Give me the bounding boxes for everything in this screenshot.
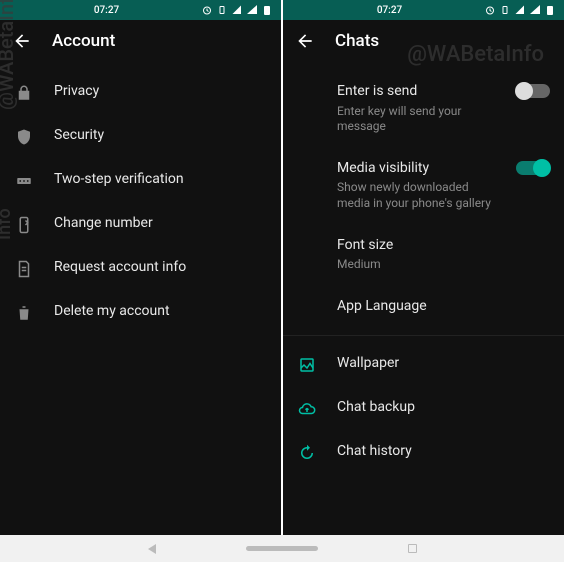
setting-privacy[interactable]: Privacy (0, 70, 281, 114)
setting-media-visibility[interactable]: Media visibility Show newly downloaded m… (283, 147, 564, 224)
network-icon (514, 4, 526, 16)
trash-icon (15, 304, 33, 322)
pin-icon (15, 172, 33, 190)
setting-label: Delete my account (54, 302, 267, 322)
android-nav-bar (0, 535, 564, 562)
status-time: 07:27 (377, 5, 402, 16)
setting-label: Wallpaper (337, 354, 550, 374)
signal-icon (246, 4, 258, 16)
left-screen: @WABetaInfo Info P 07:27 Account Pr (0, 0, 281, 535)
history-icon (298, 444, 316, 462)
back-arrow-icon[interactable] (295, 31, 315, 51)
setting-app-language[interactable]: App Language (283, 285, 564, 329)
page-title: Account (52, 31, 115, 51)
setting-security[interactable]: Security (0, 114, 281, 158)
setting-label: App Language (337, 297, 550, 317)
battery-icon (261, 4, 273, 16)
account-list: Privacy Security Two-step verification C… (0, 62, 281, 342)
setting-label: Two-step verification (54, 170, 267, 190)
status-time: 07:27 (94, 5, 119, 16)
setting-label: Change number (54, 214, 267, 234)
lock-icon (15, 84, 33, 102)
battery-icon (544, 4, 556, 16)
right-screen: @WABetaInfo P 07:27 Chats Enter is se (283, 0, 564, 535)
setting-subtitle: Show newly downloaded media in your phon… (337, 180, 496, 211)
setting-two-step[interactable]: Two-step verification (0, 158, 281, 202)
setting-label: Media visibility (337, 159, 496, 179)
setting-label: Chat backup (337, 398, 550, 418)
setting-delete-account[interactable]: Delete my account (0, 290, 281, 334)
page-title: Chats (335, 31, 379, 51)
setting-font-size[interactable]: Font size Medium (283, 224, 564, 285)
nav-recent-icon[interactable] (408, 544, 417, 553)
setting-subtitle: Medium (337, 257, 550, 273)
setting-request-info[interactable]: Request account info (0, 246, 281, 290)
divider (283, 335, 564, 336)
chats-list: Enter is send Enter key will send your m… (283, 62, 564, 482)
setting-label: Chat history (337, 442, 550, 462)
setting-label: Enter is send (337, 82, 496, 102)
signal-icon (529, 4, 541, 16)
setting-chat-backup[interactable]: Chat backup (283, 386, 564, 430)
setting-label: Security (54, 126, 267, 146)
status-bar: P 07:27 (0, 0, 281, 20)
document-icon (15, 260, 33, 278)
setting-label: Font size (337, 236, 550, 256)
setting-change-number[interactable]: Change number (0, 202, 281, 246)
app-header: Chats (283, 20, 564, 62)
nav-back-icon[interactable] (148, 544, 156, 554)
app-header: Account (0, 20, 281, 62)
toggle-switch[interactable] (516, 161, 550, 175)
wallpaper-icon (298, 356, 316, 374)
status-bar: P 07:27 (283, 0, 564, 20)
phone-icon (15, 216, 33, 234)
setting-wallpaper[interactable]: Wallpaper (283, 342, 564, 386)
alarm-icon (484, 4, 496, 16)
network-icon (231, 4, 243, 16)
setting-label: Privacy (54, 82, 267, 102)
vibrate-icon (499, 4, 511, 16)
back-arrow-icon[interactable] (12, 31, 32, 51)
setting-subtitle: Enter key will send your message (337, 104, 496, 135)
vibrate-icon (216, 4, 228, 16)
setting-enter-is-send[interactable]: Enter is send Enter key will send your m… (283, 70, 564, 147)
toggle-switch[interactable] (516, 84, 550, 98)
alarm-icon (201, 4, 213, 16)
cloud-up-icon (298, 400, 316, 418)
setting-label: Request account info (54, 258, 267, 278)
shield-icon (15, 128, 33, 146)
nav-home-icon[interactable] (246, 546, 318, 551)
setting-chat-history[interactable]: Chat history (283, 430, 564, 474)
